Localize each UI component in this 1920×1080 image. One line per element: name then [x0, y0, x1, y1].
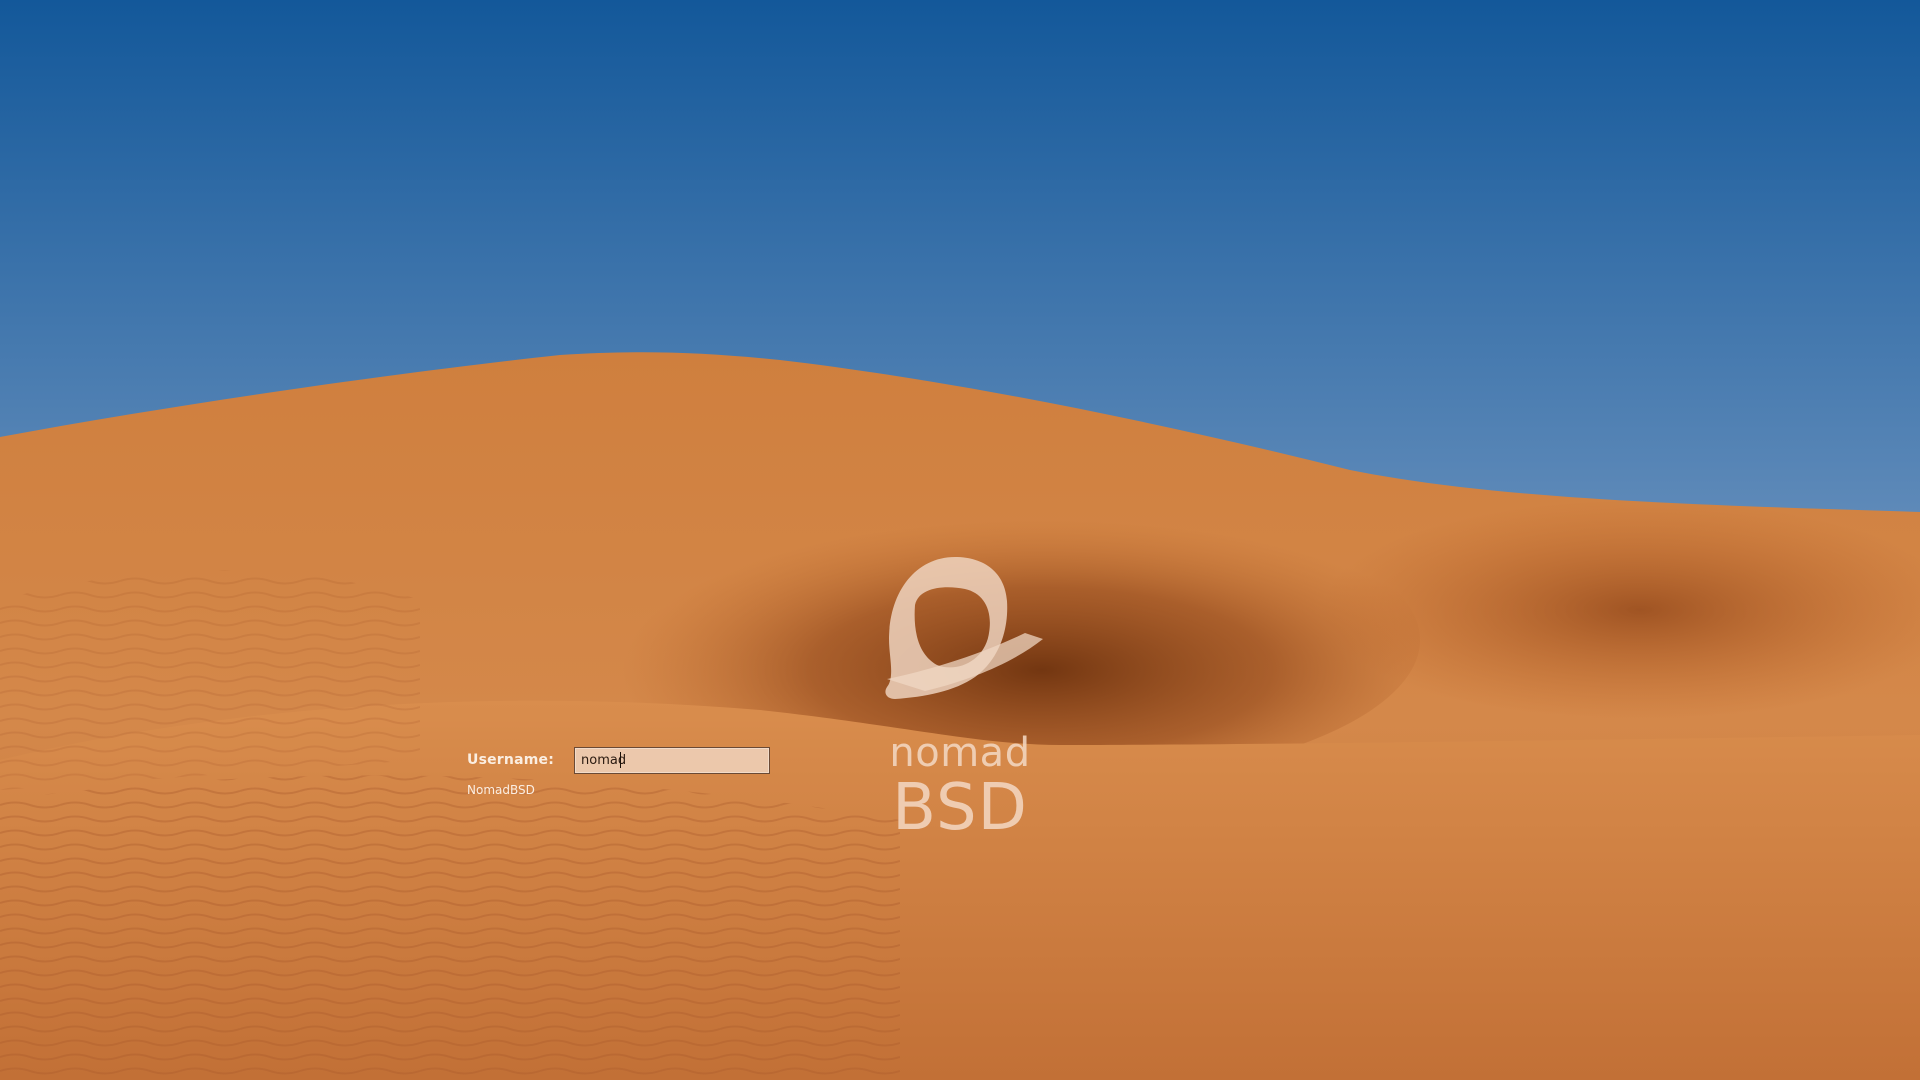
brand-word-nomad: nomad — [889, 730, 1031, 776]
username-input[interactable] — [574, 747, 770, 774]
hostname-label: NomadBSD — [467, 783, 535, 797]
username-label: Username: — [467, 752, 554, 768]
nomadbsd-branding: nomad BSD — [870, 553, 1050, 853]
login-screen: Username: NomadBSD nomad BSD — [0, 0, 1920, 1080]
nomadbsd-logo-icon — [885, 557, 1043, 699]
login-panel: Username: NomadBSD — [0, 0, 1920, 1080]
text-caret — [620, 752, 621, 768]
brand-word-bsd: BSD — [892, 771, 1028, 845]
